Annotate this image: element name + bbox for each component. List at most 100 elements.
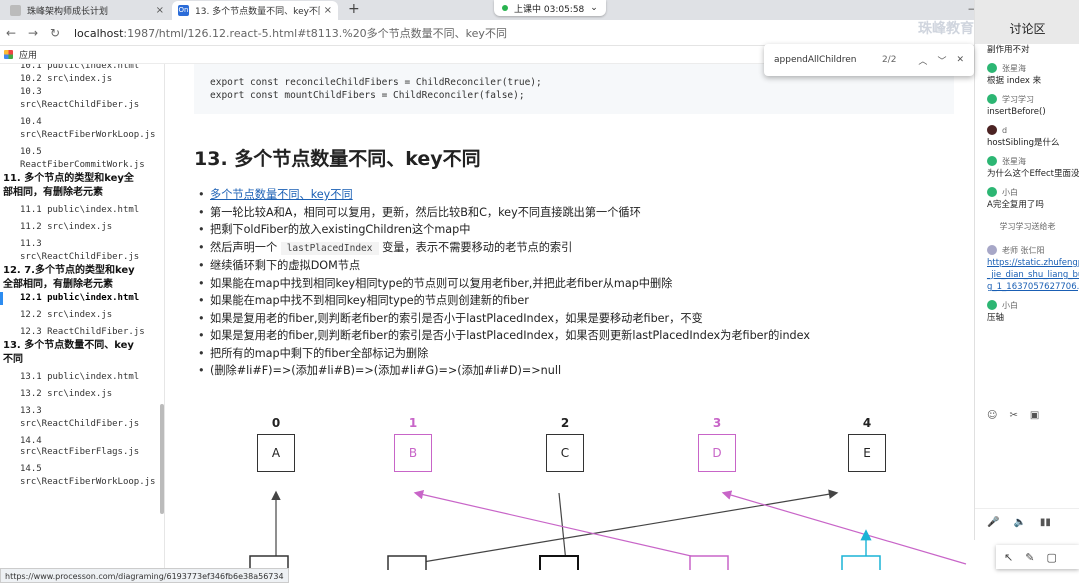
avatar bbox=[987, 63, 997, 73]
system-note: 学习学习送给老 bbox=[999, 222, 1056, 231]
code-line: export const reconcileChildFibers = Chil… bbox=[210, 77, 542, 88]
list-item: 然后声明一个 lastPlacedIndex 变量，表示不需要移动的老节点的索引 bbox=[196, 239, 966, 258]
emoji-icon[interactable]: ☺ bbox=[987, 410, 997, 421]
message-text: A完全复用了吗 bbox=[987, 200, 1044, 210]
media-toolbar: 🎤 🔈 ▮▮ bbox=[975, 508, 1079, 536]
toc-item[interactable]: 10.3 bbox=[0, 86, 160, 99]
chat-message: 副作用不对 bbox=[975, 44, 1079, 56]
list-text: 变量，表示不需要移动的老节点的索引 bbox=[382, 240, 573, 254]
message-text: hostSibling是什么 bbox=[987, 138, 1060, 148]
message-link[interactable]: _jie_dian_shu_liang_bu bbox=[987, 269, 1079, 281]
toc-sidebar: 10.1 public\index.html 10.2 src\index.js 1… bbox=[0, 64, 165, 570]
message-text: insertBefore() bbox=[987, 107, 1046, 117]
image-icon[interactable]: ▣ bbox=[1030, 410, 1039, 421]
toc-item[interactable]: src\ReactChildFiber.js bbox=[0, 99, 160, 112]
chevron-up-icon[interactable]: ︿ bbox=[918, 54, 927, 67]
toc-item[interactable]: 11.3 bbox=[0, 238, 160, 251]
message-link[interactable]: g_1_1637057627706.jp bbox=[987, 281, 1079, 293]
toc-item[interactable]: 11.2 src\index.js bbox=[0, 221, 160, 234]
node-index: 1 bbox=[408, 416, 418, 430]
diagram-link[interactable]: 多个节点数量不同、key不同 bbox=[210, 188, 353, 201]
toc-item[interactable]: src\ReactChildFiber.js bbox=[0, 418, 160, 431]
signal-icon[interactable]: ▮▮ bbox=[1040, 517, 1051, 528]
toc-item[interactable]: 10.2 src\index.js bbox=[0, 73, 160, 86]
list-item: 第一轮比较A和A，相同可以复用，更新，然后比较B和C，key不同直接跳出第一个循… bbox=[196, 204, 966, 222]
toc-section-heading[interactable]: 全部相同，有删除老元素 bbox=[0, 278, 160, 292]
url-field[interactable]: localhost:1987/html/126.12.react-5.html#… bbox=[74, 25, 507, 41]
tab-favicon: On bbox=[178, 5, 189, 16]
live-status-pill[interactable]: 上课中 03:05:58 ⌄ bbox=[494, 0, 606, 16]
message-link[interactable]: https://static.zhufengp bbox=[987, 257, 1079, 269]
toc-item[interactable]: 14.5 bbox=[0, 463, 160, 476]
toc-section-heading[interactable]: 不同 bbox=[0, 353, 160, 367]
code-line: export const mountChildFibers = ChildRec… bbox=[210, 90, 525, 101]
toc-list: 10.1 public\index.html 10.2 src\index.js 1… bbox=[0, 64, 160, 489]
toc-item[interactable]: 10.4 bbox=[0, 116, 160, 129]
inline-code: lastPlacedIndex bbox=[280, 241, 379, 255]
toc-item[interactable]: 12.1 public\index.html bbox=[0, 292, 160, 305]
tab-current[interactable]: On 13. 多个节点数量不同、key不同 - P × bbox=[172, 1, 338, 20]
toc-item[interactable]: src\ReactFiberWorkLoop.js bbox=[0, 129, 160, 142]
pen-icon[interactable]: ✎ bbox=[1025, 551, 1034, 564]
old-node-d: D bbox=[698, 434, 736, 472]
speaker-icon[interactable]: 🔈 bbox=[1013, 517, 1025, 528]
node-index: 3 bbox=[712, 416, 722, 430]
toc-item[interactable]: 13.1 public\index.html bbox=[0, 371, 160, 384]
close-icon[interactable]: × bbox=[324, 5, 332, 16]
sidebar-scrollbar[interactable] bbox=[160, 404, 164, 514]
avatar bbox=[987, 125, 997, 135]
message-text: 副作用不对 bbox=[987, 45, 1030, 55]
toc-item[interactable]: 10.1 public\index.html bbox=[0, 64, 160, 73]
new-node-f bbox=[539, 555, 579, 570]
toc-item[interactable]: src\ReactFiberWorkLoop.js bbox=[0, 476, 160, 489]
toc-section-heading[interactable]: 13. 多个节点数量不同、key bbox=[0, 339, 160, 353]
fiber-diagram: 0 1 2 3 4 A B C D E bbox=[166, 404, 974, 570]
back-arrow-icon[interactable]: ← bbox=[0, 26, 22, 40]
toc-section-heading[interactable]: 12. 7.多个节点的类型和key bbox=[0, 264, 160, 278]
list-item: 如果是复用老的fiber,则判断老fiber的索引是否小于lastPlacedI… bbox=[196, 327, 966, 345]
scissors-icon[interactable]: ✂ bbox=[1009, 410, 1017, 421]
node-index: 2 bbox=[560, 416, 570, 430]
toc-item[interactable]: 11.1 public\index.html bbox=[0, 204, 160, 217]
find-input[interactable]: appendAllChildren bbox=[774, 55, 882, 65]
toc-item[interactable]: 10.5 bbox=[0, 146, 160, 159]
chat-message: 张星海 为什么这个Effect里面没 bbox=[975, 154, 1079, 180]
toc-item[interactable]: 12.2 src\index.js bbox=[0, 309, 160, 322]
edge-b bbox=[413, 489, 727, 565]
chat-message-teacher: 老师 张仁阳 https://static.zhufengp _jie_dian… bbox=[975, 243, 1079, 293]
message-text: 为什么这个Effect里面没 bbox=[987, 169, 1079, 179]
url-host: localhost bbox=[74, 26, 124, 40]
toc-item[interactable]: ReactFiberCommitWork.js bbox=[0, 159, 160, 172]
toc-item[interactable]: 13.3 bbox=[0, 405, 160, 418]
cursor-icon[interactable]: ↖ bbox=[1004, 551, 1013, 564]
toc-section-heading[interactable]: 部相同，有删除老元素 bbox=[0, 186, 160, 200]
reload-icon[interactable]: ↻ bbox=[44, 26, 66, 40]
new-node-b bbox=[689, 555, 729, 570]
find-count: 2/2 bbox=[881, 55, 897, 65]
chevron-down-icon[interactable]: ﹀ bbox=[937, 54, 946, 67]
apps-grid-icon[interactable] bbox=[4, 50, 13, 59]
toc-item[interactable]: 13.2 src\index.js bbox=[0, 388, 160, 401]
forward-arrow-icon[interactable]: → bbox=[22, 26, 44, 40]
microphone-icon[interactable]: 🎤 bbox=[987, 517, 999, 528]
rectangle-icon[interactable]: ▢ bbox=[1046, 551, 1056, 564]
node-index: 0 bbox=[271, 416, 281, 430]
toc-item[interactable]: 14.4 src\ReactFiberFlags.js bbox=[0, 435, 160, 459]
bookmark-apps[interactable]: 应用 bbox=[19, 48, 37, 61]
toc-item[interactable]: 12.3 ReactChildFiber.js bbox=[0, 326, 160, 339]
message-text: 根据 index 来 bbox=[987, 76, 1042, 86]
list-item: 把所有的map中剩下的fiber全部标记为删除 bbox=[196, 345, 966, 363]
sender-name: d bbox=[1002, 125, 1008, 135]
toc-section-heading[interactable]: 11. 多个节点的类型和key全 bbox=[0, 172, 160, 186]
sender-name: 张星海 bbox=[1002, 63, 1026, 73]
sender-name: 张星海 bbox=[1002, 156, 1026, 166]
new-tab-plus-icon[interactable]: + bbox=[348, 1, 360, 17]
screen: 珠峰架构师成长计划 × On 13. 多个节点数量不同、key不同 - P × … bbox=[0, 0, 1079, 583]
section-heading: 13. 多个节点数量不同、key不同 bbox=[194, 148, 481, 170]
tab-zhufeng[interactable]: 珠峰架构师成长计划 × bbox=[4, 1, 170, 20]
close-icon[interactable]: × bbox=[156, 5, 164, 16]
tab-favicon bbox=[10, 5, 21, 16]
close-icon[interactable]: ✕ bbox=[956, 55, 964, 65]
avatar bbox=[987, 94, 997, 104]
toc-item[interactable]: src\ReactChildFiber.js bbox=[0, 251, 160, 264]
